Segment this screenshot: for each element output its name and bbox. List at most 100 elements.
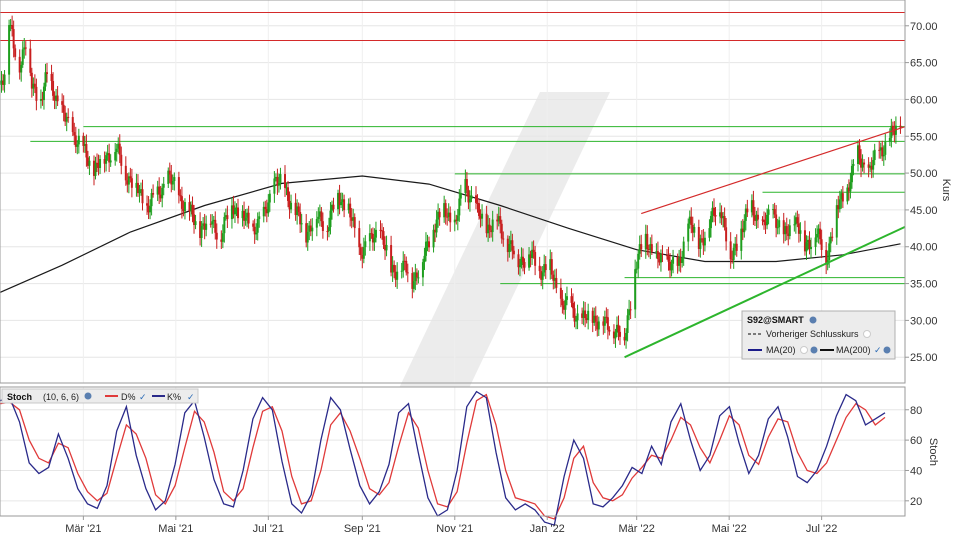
stoch-tick-label: 40: [910, 465, 922, 477]
candle-body: [362, 247, 365, 259]
legend-symbol: S92@SMART: [747, 315, 804, 325]
candle-body: [725, 227, 728, 242]
stoch-tick-label: 80: [910, 405, 922, 417]
candle-body: [723, 216, 726, 228]
candle-body: [603, 316, 606, 326]
resistance-trend-line: [641, 126, 906, 215]
stoch-d-label: D%: [121, 392, 136, 402]
legend-ma200-settings-icon[interactable]: [883, 346, 891, 354]
candle-body: [521, 256, 524, 262]
candle-body: [743, 220, 746, 233]
candle-body: [315, 219, 318, 228]
candle-body: [349, 203, 352, 218]
candle-body: [617, 324, 620, 332]
candle-body: [300, 223, 303, 225]
candle-body: [105, 155, 108, 164]
candle-body: [3, 74, 6, 85]
candle-body: [42, 86, 45, 101]
legend-prev-close-toggle-icon[interactable]: [863, 330, 871, 338]
x-tick-label: Jan '22: [530, 523, 565, 535]
stoch-settings-icon[interactable]: [84, 392, 92, 400]
candle-body: [687, 223, 690, 242]
x-tick-label: Mai '21: [158, 523, 193, 535]
candle-body: [180, 196, 183, 209]
price-tick-label: 55.00: [910, 131, 938, 143]
candle-body: [99, 159, 102, 168]
x-tick-label: Sep '21: [344, 523, 381, 535]
candle-body: [565, 296, 568, 300]
legend-prev-close-label: Vorheriger Schlusskurs: [766, 329, 859, 339]
candle-body: [432, 229, 435, 248]
stock-chart: 25.00 30.00 35.00 40.00 45.00 50.00 55.00 60.00…: [0, 0, 952, 535]
legend-symbol-settings-icon[interactable]: [809, 316, 817, 324]
candle-body: [538, 265, 541, 272]
candle-body: [115, 148, 118, 153]
candle-body: [587, 310, 590, 321]
candle-body: [532, 249, 535, 253]
stoch-k-label: K%: [167, 392, 181, 402]
candle-body: [752, 200, 755, 216]
candle-body: [820, 239, 823, 250]
candle-body: [428, 241, 431, 248]
candle-body: [597, 321, 600, 330]
candle-body: [708, 228, 711, 238]
price-tick-label: 30.00: [910, 315, 938, 327]
candle-body: [385, 245, 388, 251]
legend-ma20-label: MA(20): [766, 345, 796, 355]
candle-body: [423, 255, 426, 263]
candle-body: [321, 221, 324, 232]
candle-body: [872, 159, 875, 170]
price-tick-label: 65.00: [910, 58, 938, 70]
candle-body: [52, 80, 55, 96]
candle-body: [88, 160, 91, 166]
candle-body: [444, 203, 447, 217]
candle-body: [73, 132, 76, 136]
legend-ma20-toggle-icon[interactable]: [800, 346, 808, 354]
candle-body: [267, 202, 270, 214]
stoch-tick-label: 60: [910, 435, 922, 447]
candle-body: [667, 256, 670, 262]
candle-body: [459, 192, 462, 199]
legend-ma20-settings-icon[interactable]: [810, 346, 818, 354]
candle-body: [491, 219, 494, 233]
candle-body: [45, 72, 48, 74]
candle-body: [393, 264, 396, 272]
candle-body: [268, 193, 271, 203]
candle-body: [712, 207, 715, 216]
candle-body: [796, 217, 799, 224]
candle-body: [8, 25, 11, 75]
x-tick-label: Mär '21: [65, 523, 101, 535]
candle-body: [555, 277, 558, 288]
horizontal-levels: [0, 12, 905, 285]
candle-body: [332, 204, 335, 210]
candle-body: [891, 125, 894, 130]
candle-body: [61, 101, 64, 105]
stoch-d-check-icon[interactable]: ✓: [139, 392, 147, 402]
legend[interactable]: S92@SMART Vorheriger Schlusskurs MA(20) …: [741, 310, 896, 360]
candle-body: [424, 241, 427, 256]
legend-ma200-check-icon[interactable]: ✓: [874, 345, 882, 355]
candle-body: [852, 164, 855, 166]
price-y-axis: 25.00 30.00 35.00 40.00 45.00 50.00 55.00 60.00…: [905, 21, 938, 364]
candle-body: [481, 213, 484, 219]
candle-body: [364, 241, 367, 248]
stoch-k-check-icon[interactable]: ✓: [187, 392, 195, 402]
candle-body: [575, 320, 578, 322]
candle-body: [194, 221, 197, 226]
candle-body: [763, 219, 766, 222]
candle-body: [785, 226, 788, 234]
candle-body: [573, 308, 576, 322]
candle-body: [11, 24, 14, 30]
candle-body: [406, 272, 409, 274]
candle-body: [773, 209, 776, 215]
candle-body: [681, 257, 684, 263]
candle-body: [311, 227, 314, 232]
candle-body: [456, 215, 459, 221]
candle-body: [625, 332, 628, 341]
legend-ma200-label: MA(200): [836, 345, 871, 355]
candle-body: [465, 179, 468, 190]
candle-body: [405, 260, 408, 273]
candle-body: [709, 215, 712, 229]
candle-body: [277, 182, 280, 186]
candle-body: [572, 302, 575, 309]
